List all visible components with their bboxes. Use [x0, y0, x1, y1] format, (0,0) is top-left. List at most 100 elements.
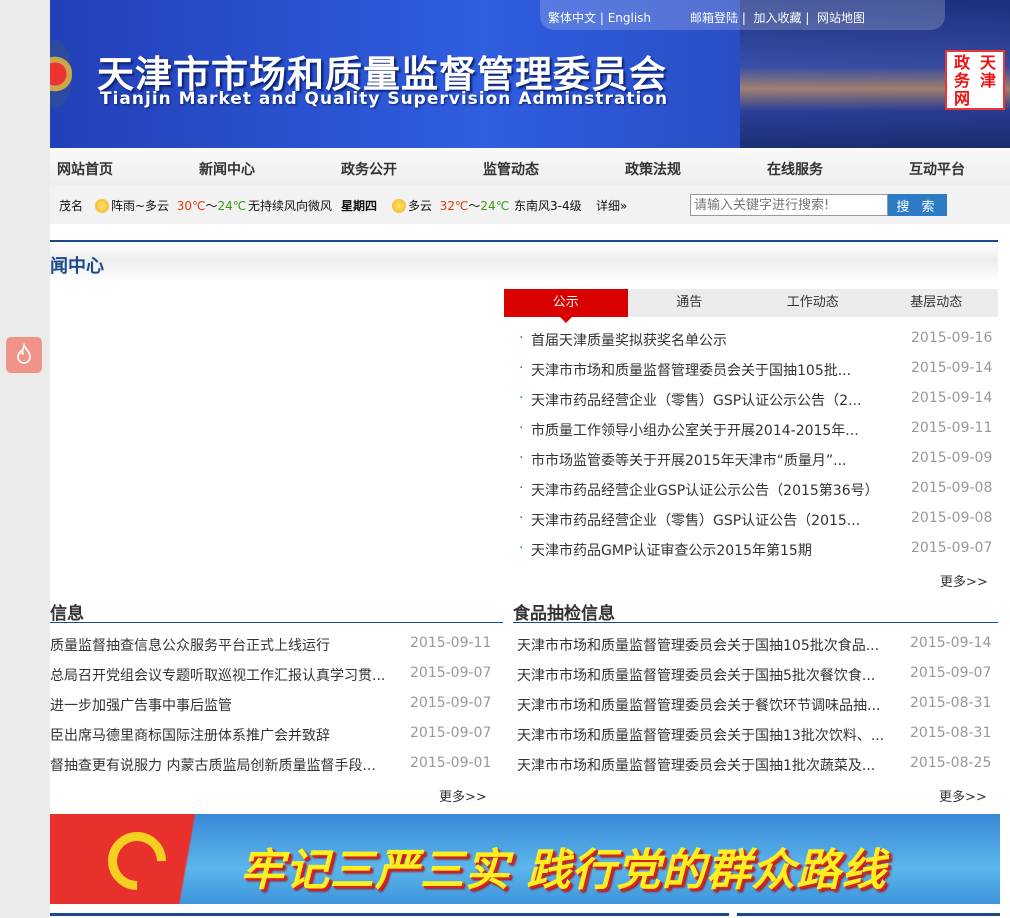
today-condition: 阵雨~多云	[111, 199, 170, 213]
weather-city: 茂名	[59, 199, 84, 213]
tomorrow-low: 24℃	[480, 199, 510, 213]
site-title-english: Tianjin Market and Quality Supervision A…	[100, 89, 669, 109]
item-date: 2015-09-08	[911, 510, 993, 526]
nav-home[interactable]: 网站首页	[57, 159, 113, 179]
item-date: 2015-09-16	[911, 330, 993, 346]
hot-button[interactable]	[6, 337, 42, 373]
link-traditional-chinese[interactable]: 繁体中文	[548, 11, 596, 25]
item-title: 市市场监管委等关于开展2015年天津市“质量月”...	[531, 453, 847, 469]
language-links: 繁体中文 | English	[548, 11, 652, 25]
seal-char: 津	[979, 71, 996, 90]
today-high: 30℃	[176, 199, 206, 213]
item-date: 2015-09-14	[911, 360, 993, 376]
item-title: 质量监督抽查信息公众服务平台正式上线运行	[50, 638, 330, 654]
seal-char: 天	[979, 53, 996, 72]
item-date: 2015-09-07	[410, 665, 492, 681]
divider	[50, 913, 729, 916]
section-title: 信息	[50, 604, 84, 624]
food-more-link[interactable]: 更多>>	[939, 786, 987, 805]
link-email-login[interactable]: 邮箱登陆	[690, 11, 738, 25]
left-more-link[interactable]: 更多>>	[439, 786, 487, 805]
nav-online-services[interactable]: 在线服务	[767, 159, 823, 179]
bullet-icon: ·	[519, 450, 524, 466]
bullet-icon: ·	[519, 360, 524, 376]
nav-government-affairs[interactable]: 政务公开	[341, 159, 397, 179]
weather-detail-link[interactable]: 详细»	[596, 197, 627, 214]
item-title: 天津市药品经营企业（零售）GSP认证公示公告（2...	[531, 393, 862, 409]
item-title: 天津市市场和质量监督管理委员会关于国抽1批次蔬菜及...	[517, 758, 876, 774]
item-title: 臣出席马德里商标国际注册体系推广会并致辞	[50, 728, 330, 744]
section-title: 闻中心	[50, 256, 104, 277]
news-center-header: 闻中心	[50, 240, 998, 282]
item-title: 天津市药品GMP认证审查公示2015年第15期	[531, 543, 812, 559]
bullet-icon: ·	[519, 420, 524, 436]
flame-icon	[17, 343, 31, 364]
item-title: 天津市药品经营企业（零售）GSP认证公告（2015...	[531, 513, 861, 529]
left-gutter	[0, 0, 50, 918]
tab-work-updates[interactable]: 工作动态	[751, 289, 875, 317]
nav-policies[interactable]: 政策法规	[625, 159, 681, 179]
item-title: 首届天津质量奖拟获奖名单公示	[531, 333, 727, 349]
weather-today: 阵雨~多云 30℃～24℃	[95, 197, 246, 214]
link-add-favorite[interactable]: 加入收藏	[754, 11, 802, 25]
temp-sep: ～	[205, 199, 218, 213]
utility-links: 邮箱登陆 | 加入收藏 | 网站地图	[690, 11, 866, 25]
tomorrow-wind: 东南风3-4级	[514, 199, 582, 213]
nav-news-center[interactable]: 新闻中心	[199, 159, 255, 179]
item-date: 2015-08-31	[910, 725, 992, 741]
temp-sep: ～	[468, 199, 481, 213]
tab-grassroots-updates[interactable]: 基层动态	[875, 289, 999, 317]
nav-interaction[interactable]: 互动平台	[909, 159, 965, 179]
bullet-icon: ·	[519, 390, 524, 406]
item-date: 2015-09-14	[910, 635, 992, 651]
item-date: 2015-09-07	[410, 725, 492, 741]
item-date: 2015-09-14	[911, 390, 993, 406]
food-section-header: 食品抽检信息	[513, 599, 998, 624]
bullet-icon: ·	[519, 510, 524, 526]
bullet-icon: ·	[519, 480, 524, 496]
seal-char: 务	[953, 71, 970, 90]
divider	[737, 913, 1000, 916]
item-title: 天津市市场和质量监督管理委员会关于国抽13批次饮料、...	[517, 728, 885, 744]
item-title: 天津市市场和质量监督管理委员会关于国抽5批次餐饮食...	[517, 668, 876, 684]
rain-cloud-icon	[95, 199, 109, 213]
item-date: 2015-09-08	[911, 480, 993, 496]
item-date: 2015-09-09	[911, 450, 993, 466]
item-date: 2015-09-07	[911, 540, 993, 556]
item-title: 市质量工作领导小组办公室关于开展2014-2015年...	[531, 423, 859, 439]
link-sitemap[interactable]: 网站地图	[817, 11, 865, 25]
item-title: 总局召开党组会议专题听取巡视工作汇报认真学习贯...	[50, 668, 386, 684]
search-button[interactable]: 搜 索	[888, 194, 947, 216]
national-emblem-logo	[50, 40, 72, 108]
news-more-link[interactable]: 更多>>	[940, 571, 988, 590]
weekday: 星期四	[341, 199, 378, 213]
item-date: 2015-09-07	[410, 695, 492, 711]
search-input[interactable]	[690, 194, 888, 216]
item-title: 督抽查更有说服力 内蒙古质监局创新质量监督手段...	[50, 758, 376, 774]
tianjin-government-seal-logo[interactable]: 政天 务津 网	[945, 50, 1005, 110]
main-nav: 网站首页 新闻中心 政务公开 监管动态 政策法规 在线服务 互动平台	[50, 148, 1010, 185]
banner-slogan: 牢记三严三实 践行党的群众路线	[240, 845, 887, 896]
tab-announcements[interactable]: 公示	[504, 289, 628, 323]
nav-supervision[interactable]: 监管动态	[483, 159, 539, 179]
left-section-header: 信息	[50, 599, 503, 624]
link-english[interactable]: English	[608, 11, 651, 25]
cloudy-sun-icon	[392, 199, 406, 213]
item-date: 2015-09-11	[911, 420, 993, 436]
item-title: 天津市市场和质量监督管理委员会关于国抽105批...	[531, 363, 852, 379]
site-header: 繁体中文 | English 邮箱登陆 | 加入收藏 | 网站地图 天津市市场和…	[50, 0, 1010, 148]
tab-notices[interactable]: 通告	[628, 289, 752, 317]
item-date: 2015-08-31	[910, 695, 992, 711]
news-tabs: 公示 通告 工作动态 基层动态	[504, 289, 999, 323]
section-title: 食品抽检信息	[513, 604, 615, 624]
tomorrow-condition: 多云	[408, 199, 433, 213]
tomorrow-high: 32℃	[439, 199, 469, 213]
item-title: 进一步加强广告事中事后监管	[50, 698, 232, 714]
item-date: 2015-09-11	[410, 635, 492, 651]
seal-char: 政	[953, 53, 970, 72]
item-title: 天津市市场和质量监督管理委员会关于餐饮环节调味品抽...	[517, 698, 881, 714]
item-date: 2015-08-25	[910, 755, 992, 771]
bullet-icon: ·	[519, 330, 524, 346]
item-title: 天津市市场和质量监督管理委员会关于国抽105批次食品...	[517, 638, 880, 654]
party-banner[interactable]: 牢记三严三实 践行党的群众路线	[50, 814, 1000, 904]
